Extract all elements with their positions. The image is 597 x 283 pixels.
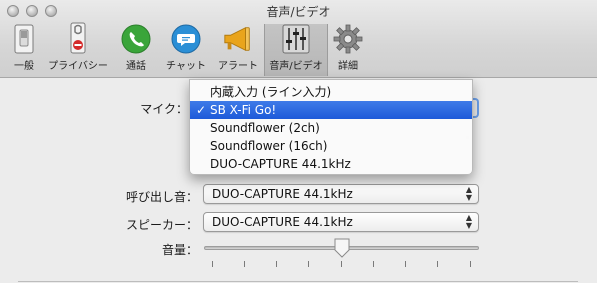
ringer-label: 呼び出し音：	[125, 190, 198, 204]
tab-alerts[interactable]: アラート	[212, 24, 264, 76]
volume-tick	[470, 261, 471, 267]
tab-calls-label: 通話	[126, 61, 146, 72]
divider	[18, 281, 578, 282]
tab-advanced-label: 詳細	[338, 61, 358, 72]
volume-tick	[341, 261, 342, 267]
tab-chat[interactable]: チャット	[160, 24, 212, 76]
speaker-label: スピーカー：	[125, 218, 198, 232]
checkmark-icon: ✓	[196, 103, 207, 117]
volume-tick	[437, 261, 438, 267]
volume-label: 音量：	[161, 243, 198, 257]
ringer-select[interactable]: DUO-CAPTURE 44.1kHz ▲ ▼	[203, 184, 479, 204]
volume-tick	[405, 261, 406, 267]
tab-audio-video[interactable]: 音声/ビデオ	[264, 24, 328, 76]
chat-bubble-icon	[170, 24, 202, 54]
gear-icon	[332, 24, 364, 54]
mic-dropdown-menu: 内蔵入力 (ライン入力) ✓ SB X-Fi Go! Soundflower (2…	[189, 79, 473, 175]
tab-chat-label: チャット	[166, 61, 206, 72]
tab-privacy-label: プライバシー	[48, 61, 108, 72]
title-toolbar: 音声/ビデオ 一般 プライバシー 通話 チャット アラート 音声/ビデオ 詳細	[0, 0, 597, 78]
tab-calls[interactable]: 通話	[112, 24, 160, 76]
volume-tick	[308, 261, 309, 267]
window-title: 音声/ビデオ	[266, 5, 331, 19]
phone-icon	[120, 24, 152, 54]
volume-tick	[373, 261, 374, 267]
volume-tick	[276, 261, 277, 267]
preferences-window: 音声/ビデオ 一般 プライバシー 通話 チャット アラート 音声/ビデオ 詳細 …	[0, 0, 597, 283]
select-updown-icon: ▲ ▼	[465, 213, 472, 230]
mixer-sliders-icon	[280, 24, 312, 54]
mic-menu-item[interactable]: Soundflower (16ch)	[190, 137, 472, 155]
tab-alerts-label: アラート	[218, 61, 258, 72]
mic-menu-item[interactable]: 内蔵入力 (ライン入力)	[190, 83, 472, 101]
volume-slider-knob[interactable]	[333, 238, 351, 258]
megaphone-icon	[222, 24, 254, 54]
tab-audio-video-label: 音声/ビデオ	[269, 61, 323, 72]
select-updown-icon: ▲ ▼	[465, 185, 472, 202]
mic-menu-item-selected[interactable]: ✓ SB X-Fi Go!	[190, 101, 472, 119]
general-switch-icon	[8, 24, 40, 54]
privacy-sign-icon	[62, 22, 94, 54]
volume-tick	[244, 261, 245, 267]
mic-menu-item[interactable]: Soundflower (2ch)	[190, 119, 472, 137]
speaker-select-value: DUO-CAPTURE 44.1kHz	[212, 215, 353, 229]
mic-menu-item[interactable]: DUO-CAPTURE 44.1kHz	[190, 155, 472, 173]
mic-label: マイク：	[140, 102, 188, 116]
tab-general-label: 一般	[14, 61, 34, 72]
preferences-toolbar: 一般 プライバシー 通話 チャット アラート 音声/ビデオ 詳細	[4, 22, 368, 76]
tab-general[interactable]: 一般	[4, 24, 44, 76]
volume-tick	[212, 261, 213, 267]
tab-privacy[interactable]: プライバシー	[44, 22, 112, 76]
tab-advanced[interactable]: 詳細	[328, 24, 368, 76]
speaker-select[interactable]: DUO-CAPTURE 44.1kHz ▲ ▼	[203, 212, 479, 232]
ringer-select-value: DUO-CAPTURE 44.1kHz	[212, 187, 353, 201]
